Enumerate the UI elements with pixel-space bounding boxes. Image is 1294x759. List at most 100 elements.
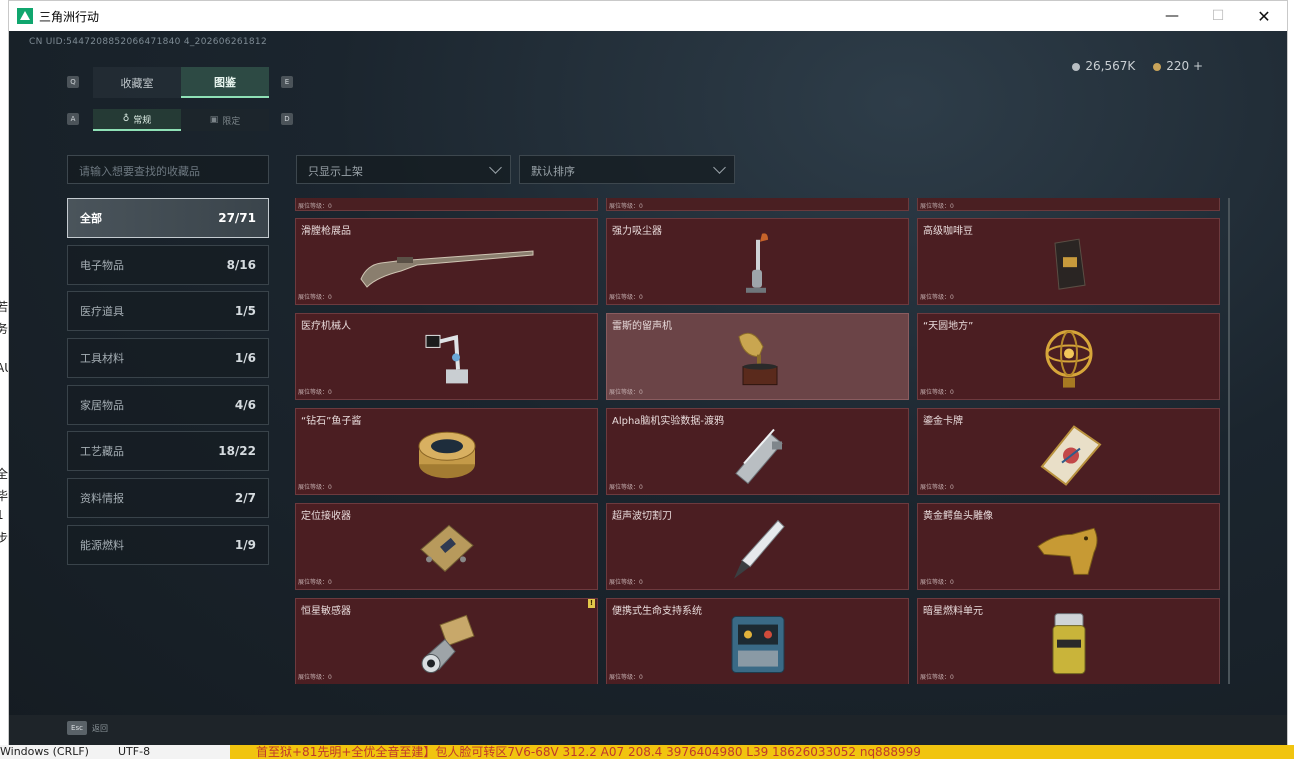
new-badge: ! [588,599,595,608]
booth-level: 展位等级：0 [920,294,954,301]
item-card[interactable]: “钻石”鱼子酱 展位等级：0 [295,408,598,495]
item-name: “钻石”鱼子酱 [301,416,362,427]
fuel-cell-icon [1052,612,1085,674]
booth-level: 展位等级：0 [920,389,954,396]
booth-level: 展位等级：0 [298,579,332,586]
item-name: 高级咖啡豆 [923,226,973,237]
grid-scrollbar[interactable] [1228,198,1230,684]
life-support-icon [731,615,784,673]
item-name: 暗星燃料单元 [923,606,983,617]
booth-level: 展位等级：0 [609,579,643,586]
category-crafts[interactable]: 工艺藏品 18/22 [67,431,269,472]
shelf-filter-dropdown[interactable]: 只显示上架 [296,155,511,184]
category-count: 4/6 [234,397,256,412]
item-card[interactable]: 强力吸尘器 展位等级：0 [606,218,909,305]
close-button[interactable]: ✕ [1241,1,1287,31]
item-card[interactable]: 鎏金卡牌 展位等级：0 [917,408,1220,495]
tab-limited[interactable]: ▣ 限定 [181,109,269,131]
category-all[interactable]: 全部 27/71 [67,198,269,238]
star-sensor-icon [421,614,475,673]
gold-currency[interactable]: 220 + [1153,59,1203,73]
tab-regular-label: 常规 [133,115,152,126]
category-label: 工具材料 [80,352,124,366]
ultrasonic-knife-icon [733,519,785,579]
tab-catalog[interactable]: 图鉴 [181,67,269,98]
limited-icon: ▣ [209,115,219,125]
gramophone-icon [737,332,777,385]
item-name: 医疗机械人 [301,321,351,332]
back-label[interactable]: 返回 [92,723,108,734]
category-count: 1/9 [234,537,256,552]
item-card[interactable]: Alpha脑机实验数据-渡鸦 展位等级：0 [606,408,909,495]
category-intel[interactable]: 资料情报 2/7 [67,478,269,519]
partial-card: 展位等级：0 [606,198,909,211]
shelf-filter-value: 只显示上架 [308,165,363,178]
item-card[interactable]: 恒星敏感器 ! 展位等级：0 [295,598,598,684]
bottom-bar: Esc 返回 [9,715,1287,745]
category-label: 资料情报 [80,492,124,506]
search-input[interactable]: 请输入想要查找的收藏品 [67,155,269,184]
caviar-tin-icon [418,431,475,478]
item-name: 鎏金卡牌 [923,416,963,427]
booth-level: 展位等级：0 [298,484,332,491]
desktop-background-left: 若 务 AU 全 毕 1 步 [0,0,13,759]
sub-tabs: ♁ 常规 ▣ 限定 [93,109,269,131]
tab-regular[interactable]: ♁ 常规 [93,109,181,131]
title-bar[interactable]: 三角洲行动 — ☐ ✕ [9,1,1287,31]
chevron-down-icon [713,161,726,174]
vacuum-icon [745,232,768,293]
category-medical[interactable]: 医疗道具 1/5 [67,291,269,332]
item-card[interactable]: 超声波切割刀 展位等级：0 [606,503,909,590]
tab-limited-label: 限定 [222,116,241,127]
item-name: Alpha脑机实验数据-渡鸦 [612,416,725,427]
category-label: 家居物品 [80,398,124,412]
maximize-button[interactable]: ☐ [1195,1,1241,31]
line-ending-label: Windows (CRLF) [0,745,89,758]
d-key-hint: D [281,113,293,125]
booth-level: 展位等级：0 [609,674,643,681]
gold-coin-icon [1153,62,1162,71]
item-card[interactable]: 滑膛枪展品 展位等级：0 [295,218,598,305]
item-card[interactable]: 定位接收器 展位等级：0 [295,503,598,590]
tab-collection-room[interactable]: 收藏室 [93,67,181,98]
item-card[interactable]: 便携式生命支持系统 展位等级：0 [606,598,909,684]
item-name: “天圆地方” [923,321,974,332]
esc-key-hint[interactable]: Esc [67,721,87,735]
item-card[interactable]: 高级咖啡豆 展位等级：0 [917,218,1220,305]
regular-icon: ♁ [122,114,130,124]
category-household[interactable]: 家居物品 4/6 [67,384,269,425]
silver-amount: 26,567K [1085,59,1136,73]
item-card[interactable]: 医疗机械人 展位等级：0 [295,313,598,400]
item-card[interactable]: “天圆地方” 展位等级：0 [917,313,1220,400]
item-name: 超声波切割刀 [612,511,672,522]
sort-dropdown[interactable]: 默认排序 [519,155,735,184]
receiver-icon [419,524,474,572]
category-electronics[interactable]: 电子物品 8/16 [67,244,269,285]
booth-level: 展位等级：0 [920,674,954,681]
category-energy[interactable]: 能源燃料 1/9 [67,524,269,565]
category-label: 能源燃料 [80,538,124,552]
app-logo-icon [17,8,33,24]
desktop-char: 全 [0,467,9,481]
category-tools[interactable]: 工具材料 1/6 [67,338,269,379]
item-name: 恒星敏感器 [301,606,351,617]
item-card[interactable]: 暗星燃料单元 展位等级：0 [917,598,1220,684]
currency-bar: 26,567K 220 + [1072,59,1203,73]
category-label: 全部 [80,212,102,225]
gold-croc-icon [1036,527,1097,575]
main-tabs: 收藏室 图鉴 [93,67,269,98]
armillary-icon [1045,329,1092,388]
minimize-button[interactable]: — [1149,1,1195,31]
collection-screen: CN UID:5447208852066471840 4_20260626181… [9,31,1287,745]
item-card[interactable]: 黄金鳄鱼头雕像 展位等级：0 [917,503,1220,590]
q-key-hint: Q [67,76,79,88]
category-label: 工艺藏品 [80,445,124,459]
item-card[interactable]: 雷斯的留声机 展位等级：0 [606,313,909,400]
item-grid: 展位等级：0 展位等级：0 展位等级：0 滑膛枪展品 展位等级：0 强力吸尘器 [295,198,1230,684]
silver-currency: 26,567K [1072,59,1135,73]
category-count: 2/7 [234,491,256,506]
gold-amount: 220 + [1166,59,1203,73]
category-count: 18/22 [218,444,256,459]
category-count: 1/5 [234,304,256,319]
game-window: 三角洲行动 — ☐ ✕ CN UID:5447208852066471840 4… [8,0,1288,745]
